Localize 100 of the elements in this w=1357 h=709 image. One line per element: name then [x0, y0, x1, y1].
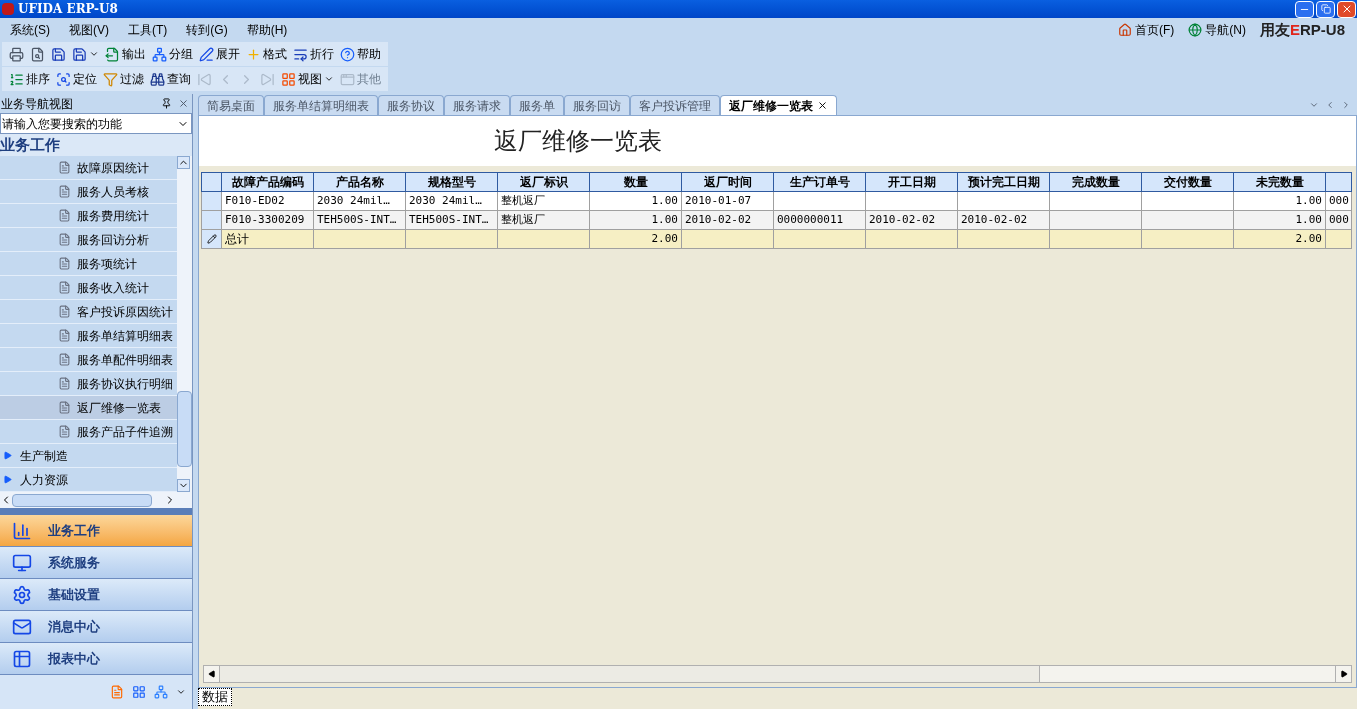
help-icon: [340, 46, 355, 62]
document-tab[interactable]: 服务回访: [564, 95, 630, 115]
collapsed-icon: [3, 451, 12, 460]
document-tab[interactable]: 返厂维修一览表: [720, 95, 837, 115]
table-cell: 2030 24mil…: [313, 191, 406, 211]
toolbar-button[interactable]: 格式: [243, 43, 290, 65]
vertical-scrollbar[interactable]: [177, 156, 192, 492]
brand-logo: 用友ERP-U8: [1259, 19, 1345, 40]
scroll-right-icon[interactable]: [1339, 670, 1348, 678]
section-title: 业务工作: [0, 134, 192, 156]
toolbar-button[interactable]: 帮助: [337, 43, 384, 65]
menu-item[interactable]: 视图(V): [69, 21, 109, 39]
panel-title: 业务导航视图: [1, 95, 73, 113]
column-header[interactable]: 开工日期: [865, 172, 958, 192]
save-icon: [51, 46, 66, 62]
table-cell: 整机返厂: [497, 210, 590, 230]
column-header[interactable]: 规格型号: [405, 172, 498, 192]
column-header[interactable]: 未完数量: [1233, 172, 1326, 192]
bar-chart-icon: [12, 520, 32, 541]
toolbar-button[interactable]: 输出: [102, 43, 149, 65]
table-cell: 2010-02-02: [865, 210, 958, 230]
document-icon: [58, 257, 71, 270]
toolbar-button[interactable]: 定位: [53, 68, 100, 90]
document-tab[interactable]: 服务单: [510, 95, 564, 115]
nav-link[interactable]: 首页(F): [1117, 21, 1175, 39]
document-icon: [58, 401, 71, 414]
nav-item[interactable]: 返厂维修一览表: [0, 396, 177, 420]
nav-link[interactable]: 导航(N): [1188, 21, 1246, 39]
minimize-button[interactable]: [1295, 0, 1314, 18]
menu-item[interactable]: 转到(G): [186, 21, 228, 39]
group-icon: [152, 46, 167, 62]
grid-icon[interactable]: [132, 685, 146, 699]
toolbar-button[interactable]: 视图: [278, 68, 337, 90]
table-cell: 1.00: [1233, 210, 1326, 230]
total-label: 总计: [221, 229, 314, 249]
document-tab[interactable]: 服务请求: [444, 95, 510, 115]
column-header[interactable]: 生产订单号: [773, 172, 866, 192]
document-icon: [58, 305, 71, 318]
column-header[interactable]: 预计完工日期: [957, 172, 1050, 192]
sheet-tab[interactable]: 数据: [198, 688, 232, 706]
column-header[interactable]: 数量: [589, 172, 682, 192]
module-button[interactable]: 系统服务: [0, 547, 192, 579]
toolbar-button[interactable]: 查询: [147, 68, 194, 90]
dropdown-icon: [89, 49, 99, 59]
menu-item[interactable]: 帮助(H): [246, 21, 288, 39]
pen-icon: [199, 46, 214, 62]
scroll-left-icon[interactable]: [207, 670, 216, 678]
table-cell: 2010-01-07: [681, 191, 774, 211]
toolbar-button[interactable]: 分组: [149, 43, 196, 65]
splitter-handle[interactable]: [0, 508, 192, 515]
column-header[interactable]: 产品名称: [313, 172, 406, 192]
column-header[interactable]: 返厂时间: [681, 172, 774, 192]
document-icon: [58, 377, 71, 390]
document-tab[interactable]: 服务单结算明细表: [264, 95, 378, 115]
locate-icon: [56, 71, 71, 87]
close-button[interactable]: [1337, 0, 1356, 18]
module-button[interactable]: 消息中心: [0, 611, 192, 643]
toolbar-button[interactable]: 展开: [196, 43, 243, 65]
module-button[interactable]: 业务工作: [0, 515, 192, 547]
filter-icon: [103, 71, 118, 87]
table-cell: F010-3300209: [221, 210, 314, 230]
table-cell: TEH500S-INT…: [405, 210, 498, 230]
document-icon: [58, 233, 71, 246]
restore-button[interactable]: [1316, 0, 1335, 18]
toolbar-button[interactable]: 过滤: [100, 68, 147, 90]
save-icon: [72, 46, 87, 62]
nav-group[interactable]: 生产制造: [0, 444, 177, 468]
scroll-thumb[interactable]: [177, 391, 192, 467]
column-header[interactable]: 交付数量: [1141, 172, 1234, 192]
toolbar-button[interactable]: 折行: [290, 43, 337, 65]
search-field[interactable]: 请输入您要搜索的功能: [0, 113, 192, 134]
toolbar-button[interactable]: 排序: [6, 68, 53, 90]
table-cell: 000: [1325, 191, 1352, 211]
menu-item[interactable]: 工具(T): [128, 21, 168, 39]
table-cell: F010-ED02: [221, 191, 314, 211]
dropdown-icon[interactable]: [1309, 100, 1319, 110]
module-button[interactable]: 基础设置: [0, 579, 192, 611]
scroll-down-icon[interactable]: [177, 479, 190, 492]
table-cell: 0000000011: [773, 210, 866, 230]
scroll-up-icon[interactable]: [177, 156, 190, 169]
pin-icon[interactable]: [161, 98, 172, 109]
document-icon: [58, 281, 71, 294]
table-icon: [12, 648, 32, 669]
close-icon[interactable]: [817, 100, 828, 111]
column-header[interactable]: 完成数量: [1049, 172, 1142, 192]
tree-icon[interactable]: [154, 685, 168, 699]
module-button[interactable]: 报表中心: [0, 643, 192, 675]
restore-icon: [1320, 4, 1331, 14]
last-icon: [260, 71, 275, 87]
horizontal-scrollbar[interactable]: [203, 665, 1352, 683]
column-header[interactable]: 返厂标识: [497, 172, 590, 192]
document-icon[interactable]: [110, 685, 124, 699]
column-header[interactable]: 故障产品编码: [221, 172, 314, 192]
document-tab[interactable]: 服务协议: [378, 95, 444, 115]
table-cell: 2.00: [1233, 229, 1326, 249]
document-tab[interactable]: 简易桌面: [198, 95, 264, 115]
first-icon: [197, 71, 212, 87]
document-tab[interactable]: 客户投诉管理: [630, 95, 720, 115]
dropdown-icon[interactable]: [176, 687, 186, 697]
menu-item[interactable]: 系统(S): [10, 21, 50, 39]
